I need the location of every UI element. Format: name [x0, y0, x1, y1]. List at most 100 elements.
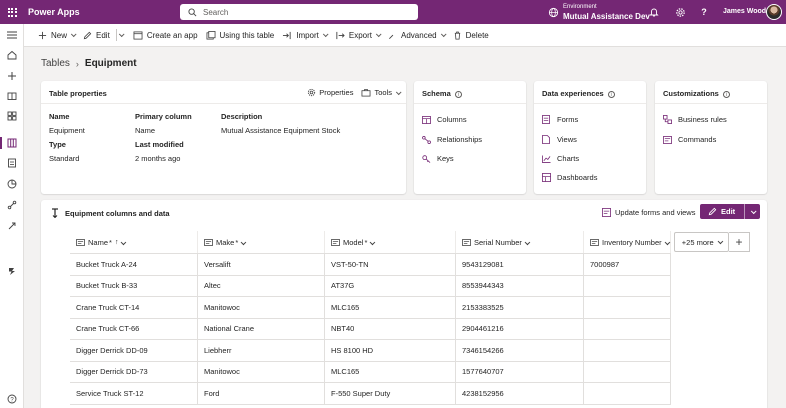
views-link[interactable]: Views [542, 135, 577, 144]
create-app-button[interactable]: Create an app [133, 24, 198, 47]
dashboards-link[interactable]: Dashboards [542, 173, 597, 182]
column-header-inventory-number[interactable]: Inventory Number [584, 231, 671, 254]
cell-name[interactable]: Digger Derrick DD-73 [70, 361, 198, 382]
schema-relationships-link[interactable]: Relationships [422, 135, 482, 144]
table-row[interactable]: Digger Derrick DD-09 Liebherr HS 8100 HD 73… [70, 340, 671, 362]
advanced-button[interactable]: Advanced [388, 24, 447, 47]
create-icon[interactable] [0, 67, 24, 85]
cell-model[interactable]: AT37G [325, 275, 456, 296]
cell-model[interactable]: F-550 Super Duty [325, 383, 456, 404]
description-value: Mutual Assistance Equipment Stock [221, 126, 341, 135]
power-platform-icon[interactable] [0, 262, 24, 280]
column-header-name[interactable]: Name * ↑ [70, 231, 198, 254]
choices-icon[interactable] [0, 154, 24, 172]
cell-model[interactable]: MLC165 [325, 297, 456, 318]
avatar[interactable] [766, 4, 782, 20]
cell-serial-number[interactable]: 8553944343 [456, 275, 584, 296]
cell-name[interactable]: Crane Truck CT-14 [70, 297, 198, 318]
hamburger-icon[interactable] [0, 26, 24, 44]
cell-inventory-number[interactable] [584, 361, 671, 382]
user-name[interactable]: James Wood [723, 8, 766, 15]
info-icon[interactable]: i [607, 90, 615, 98]
cell-model[interactable]: VST-50-TN [325, 254, 456, 275]
cell-serial-number[interactable]: 7346154266 [456, 340, 584, 361]
cell-inventory-number[interactable] [584, 383, 671, 404]
using-table-button[interactable]: Using this table [206, 24, 274, 47]
cell-make[interactable]: Manitowoc [198, 297, 325, 318]
forms-label: Forms [557, 115, 579, 124]
update-forms-views-button[interactable]: Update forms and views [602, 208, 695, 217]
column-header-make[interactable]: Make * [198, 231, 325, 254]
cell-inventory-number[interactable] [584, 318, 671, 339]
bell-icon[interactable] [648, 6, 660, 18]
home-icon[interactable] [0, 46, 24, 64]
new-button[interactable]: New [38, 24, 77, 47]
flows-icon[interactable] [0, 196, 24, 214]
tools-button[interactable]: Tools [361, 88, 402, 97]
cell-model[interactable]: MLC165 [325, 361, 456, 382]
table-row[interactable]: Crane Truck CT-66 National Crane NBT40 2904… [70, 318, 671, 340]
import-button[interactable]: Import [282, 24, 329, 47]
table-row[interactable]: Bucket Truck A-24 Versalift VST-50-TN 95431… [70, 254, 671, 276]
table-row[interactable]: Digger Derrick DD-73 Manitowoc MLC165 15776… [70, 361, 671, 383]
tables-icon[interactable] [0, 134, 24, 152]
cell-make[interactable]: National Crane [198, 318, 325, 339]
edit-data-button[interactable]: Edit [700, 204, 760, 219]
cell-name[interactable]: Crane Truck CT-66 [70, 318, 198, 339]
cell-inventory-number[interactable] [584, 340, 671, 361]
cell-serial-number[interactable]: 4238152956 [456, 383, 584, 404]
more-columns-button[interactable]: +25 more [674, 232, 729, 252]
cell-serial-number[interactable]: 1577640707 [456, 361, 584, 382]
column-header-serial-number[interactable]: Serial Number [456, 231, 584, 254]
export-button[interactable]: Export [335, 24, 382, 47]
cell-name[interactable]: Digger Derrick DD-09 [70, 340, 198, 361]
info-icon[interactable]: i [722, 90, 730, 98]
solutions-icon[interactable] [0, 217, 24, 235]
cell-make[interactable]: Versalift [198, 254, 325, 275]
support-icon[interactable]: ? [0, 390, 24, 408]
dataflows-icon[interactable] [0, 175, 24, 193]
cell-inventory-number[interactable] [584, 275, 671, 296]
cell-serial-number[interactable]: 9543129081 [456, 254, 584, 275]
cell-model[interactable]: NBT40 [325, 318, 456, 339]
cell-inventory-number[interactable] [584, 297, 671, 318]
properties-button[interactable]: Properties [307, 88, 353, 97]
delete-button[interactable]: Delete [453, 24, 489, 47]
cell-make[interactable]: Altec [198, 275, 325, 296]
edit-command-button[interactable]: Edit [83, 24, 110, 47]
cell-model[interactable]: HS 8100 HD [325, 340, 456, 361]
cell-name[interactable]: Bucket Truck B-33 [70, 275, 198, 296]
cell-serial-number[interactable]: 2153383525 [456, 297, 584, 318]
app-name[interactable]: Power Apps [28, 7, 80, 17]
cell-make[interactable]: Ford [198, 383, 325, 404]
edit-dropdown-chevron[interactable] [118, 24, 125, 47]
environment-switcher[interactable]: Environment Mutual Assistance Dev [548, 3, 650, 21]
cell-inventory-number[interactable]: 7000987 [584, 254, 671, 275]
info-icon[interactable]: i [454, 90, 462, 98]
properties-label: Properties [319, 88, 354, 97]
help-icon[interactable]: ? [698, 6, 710, 18]
add-column-button[interactable]: + [729, 232, 750, 252]
table-row[interactable]: Service Truck ST-12 Ford F-550 Super Duty 4… [70, 383, 671, 405]
edit-dropdown-chevron[interactable] [745, 207, 760, 214]
gear-icon[interactable] [674, 6, 686, 18]
column-header-model[interactable]: Model * [325, 231, 456, 254]
breadcrumb-tables-link[interactable]: Tables [41, 58, 70, 69]
schema-keys-link[interactable]: Keys [422, 154, 454, 163]
commands-link[interactable]: Commands [663, 135, 716, 144]
app-launcher-icon[interactable] [0, 0, 24, 24]
cell-name[interactable]: Bucket Truck A-24 [70, 254, 198, 275]
cell-serial-number[interactable]: 2904461216 [456, 318, 584, 339]
table-row[interactable]: Bucket Truck B-33 Altec AT37G 8553944343 [70, 275, 671, 297]
charts-link[interactable]: Charts [542, 154, 579, 163]
cell-make[interactable]: Liebherr [198, 340, 325, 361]
cell-make[interactable]: Manitowoc [198, 361, 325, 382]
table-row[interactable]: Crane Truck CT-14 Manitowoc MLC165 21533835… [70, 297, 671, 319]
apps-icon[interactable] [0, 107, 24, 125]
search-box[interactable]: Search [180, 4, 418, 20]
cell-name[interactable]: Service Truck ST-12 [70, 383, 198, 404]
forms-link[interactable]: Forms [542, 115, 578, 124]
schema-columns-link[interactable]: Columns [422, 115, 467, 124]
learn-icon[interactable] [0, 87, 24, 105]
business-rules-link[interactable]: Business rules [663, 115, 727, 124]
